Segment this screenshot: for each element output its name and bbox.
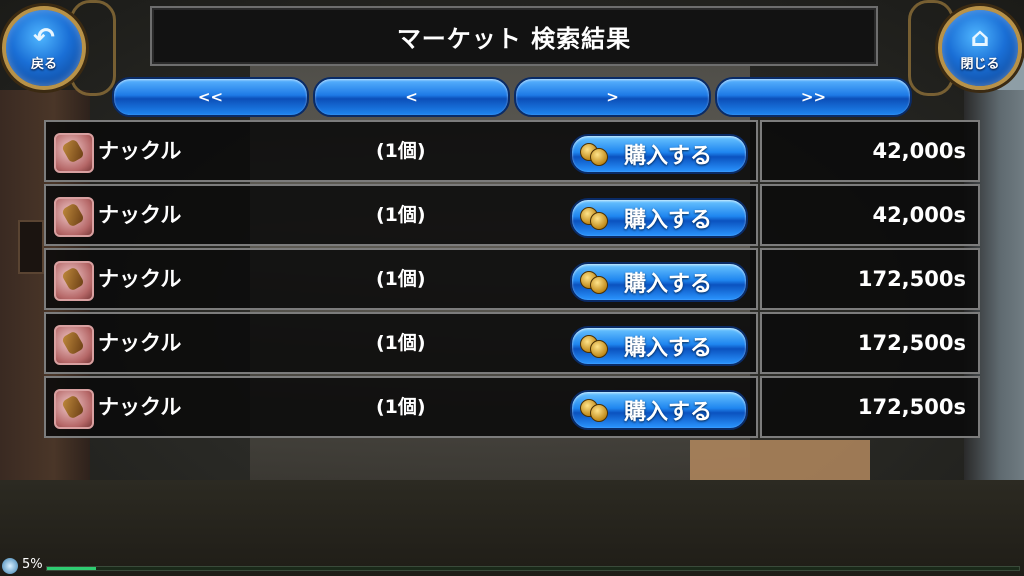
list-item: ナックル (1個) 購入する 172,500s (44, 376, 980, 438)
list-item: ナックル (1個) 購入する 42,000s (44, 184, 980, 246)
item-name: ナックル (98, 395, 182, 419)
item-price: 172,500s (857, 331, 966, 355)
price-cell: 42,000s (760, 184, 980, 246)
item-quantity: (1個) (376, 268, 426, 290)
knuckle-icon (54, 197, 94, 237)
price-cell: 42,000s (760, 120, 980, 182)
progress-bar (46, 566, 1020, 571)
page-title: マーケット 検索結果 (150, 6, 878, 66)
item-price: 172,500s (857, 267, 966, 291)
list-item: ナックル (1個) 購入する 172,500s (44, 248, 980, 310)
coin-icon (580, 399, 608, 422)
item-cell: ナックル (1個) 購入する (44, 312, 758, 374)
next-page-button[interactable]: > (514, 77, 711, 117)
close-button[interactable]: ⌂ 閉じる (938, 6, 1022, 90)
coin-icon (580, 207, 608, 230)
last-page-button[interactable]: >> (715, 77, 912, 117)
first-page-button[interactable]: << (112, 77, 309, 117)
item-cell: ナックル (1個) 購入する (44, 376, 758, 438)
coin-icon (580, 143, 608, 166)
background-poster (690, 440, 870, 480)
item-name: ナックル (98, 139, 182, 163)
market-list: ナックル (1個) 購入する 42,000s ナックル (1個) 購入する 42… (44, 120, 980, 440)
buy-button[interactable]: 購入する (570, 134, 748, 174)
price-cell: 172,500s (760, 312, 980, 374)
prev-page-button[interactable]: < (313, 77, 510, 117)
background-window (18, 220, 44, 274)
item-name: ナックル (98, 331, 182, 355)
buy-button[interactable]: 購入する (570, 262, 748, 302)
buy-button[interactable]: 購入する (570, 390, 748, 430)
loading-status: 5% (0, 556, 1024, 576)
knuckle-icon (54, 261, 94, 301)
item-name: ナックル (98, 267, 182, 291)
coin-icon (580, 335, 608, 358)
back-button[interactable]: ↶ 戻る (2, 6, 86, 90)
knuckle-icon (54, 133, 94, 173)
item-price: 42,000s (872, 139, 966, 163)
buy-label: 購入する (624, 144, 713, 169)
buy-button[interactable]: 購入する (570, 326, 748, 366)
item-cell: ナックル (1個) 購入する (44, 184, 758, 246)
close-label: 閉じる (960, 56, 1000, 72)
list-item: ナックル (1個) 購入する 172,500s (44, 312, 980, 374)
coin-icon (580, 271, 608, 294)
price-cell: 172,500s (760, 376, 980, 438)
item-quantity: (1個) (376, 332, 426, 354)
progress-fill (47, 567, 96, 570)
progress-percent: 5% (22, 557, 43, 572)
item-quantity: (1個) (376, 204, 426, 226)
buy-label: 購入する (624, 208, 713, 233)
buy-label: 購入する (624, 272, 713, 297)
item-quantity: (1個) (376, 140, 426, 162)
item-cell: ナックル (1個) 購入する (44, 120, 758, 182)
home-icon: ⌂ (970, 22, 990, 53)
list-item: ナックル (1個) 購入する 42,000s (44, 120, 980, 182)
item-cell: ナックル (1個) 購入する (44, 248, 758, 310)
buy-button[interactable]: 購入する (570, 198, 748, 238)
back-arrow-icon: ↶ (33, 22, 55, 53)
buy-label: 購入する (624, 400, 713, 425)
item-price: 172,500s (857, 395, 966, 419)
pagination: << < > >> (112, 77, 912, 117)
item-price: 42,000s (872, 203, 966, 227)
item-name: ナックル (98, 203, 182, 227)
globe-icon (2, 558, 18, 574)
item-quantity: (1個) (376, 396, 426, 418)
price-cell: 172,500s (760, 248, 980, 310)
knuckle-icon (54, 325, 94, 365)
knuckle-icon (54, 389, 94, 429)
buy-label: 購入する (624, 336, 713, 361)
back-label: 戻る (30, 56, 57, 72)
